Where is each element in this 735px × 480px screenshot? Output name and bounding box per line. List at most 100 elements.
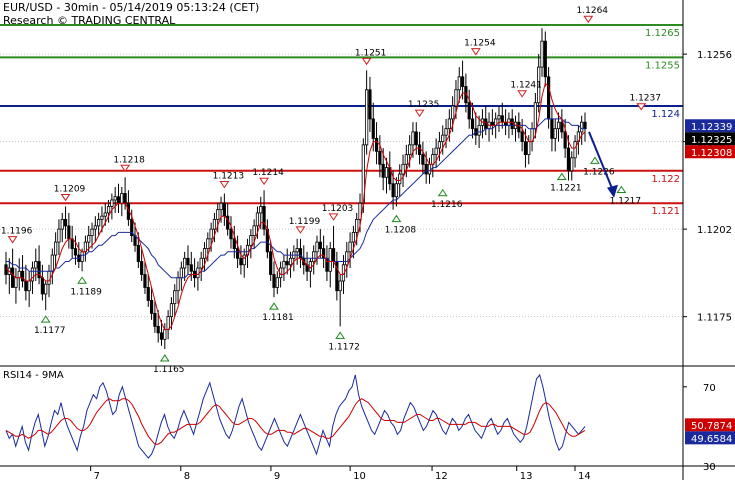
- candle-body: [272, 274, 276, 288]
- swing-low-label: 1.1189: [70, 287, 102, 297]
- candle-body: [40, 277, 44, 295]
- swing-markers: 1.11961.12091.12181.1213 1.12141.11991.12…: [1, 6, 661, 375]
- candle-body: [173, 290, 177, 305]
- candle-body: [315, 241, 319, 253]
- candle-body: [566, 147, 571, 172]
- candle-body: [424, 163, 428, 175]
- swing-high-label: 1.1264: [577, 6, 609, 16]
- candle-body: [113, 196, 117, 201]
- candle-body: [421, 154, 425, 165]
- swing-low-label: 1.1165: [153, 365, 185, 375]
- candle-body: [451, 105, 455, 120]
- swing-low-marker: [269, 302, 279, 310]
- candle-body: [427, 163, 432, 175]
- candle-body: [345, 251, 349, 266]
- candle-body: [20, 270, 25, 282]
- candle-body: [209, 228, 213, 240]
- candle-body: [417, 144, 422, 155]
- swing-low-label: 1.1208: [385, 226, 417, 236]
- swing-low-marker: [556, 172, 567, 181]
- candle-body: [497, 115, 501, 120]
- candle-body: [411, 131, 415, 146]
- candle-body: [11, 267, 15, 288]
- candle-body: [318, 241, 322, 249]
- candle-body: [583, 121, 587, 130]
- candle-body: [116, 196, 121, 204]
- price-tick-label: 1.1175: [697, 313, 732, 324]
- candle-body: [338, 280, 342, 292]
- swing-high-marker: [517, 90, 528, 98]
- candle-body: [47, 270, 51, 285]
- candle-body: [378, 150, 382, 165]
- candle-body: [414, 131, 418, 146]
- candle-body: [34, 261, 38, 269]
- time-tick-label: 14: [578, 471, 591, 480]
- candle-body: [73, 248, 78, 256]
- candle-body: [371, 118, 375, 139]
- candle-body: [216, 209, 220, 220]
- candle-body: [229, 228, 233, 240]
- candle-body: [580, 121, 584, 133]
- candle-body: [288, 257, 293, 266]
- rsi-tick-label: 70: [703, 383, 716, 394]
- candle-body: [355, 219, 359, 233]
- candle-body: [103, 212, 107, 217]
- level-label-resistance: 1.1255: [645, 60, 680, 71]
- candle-body: [110, 199, 114, 207]
- level-label-support: 1.122: [651, 174, 680, 185]
- candle-body: [365, 89, 369, 146]
- candle-body: [44, 283, 48, 295]
- candle-body: [573, 141, 577, 159]
- candle-body: [328, 248, 332, 272]
- candle-body: [467, 102, 471, 120]
- time-tick-label: 9: [274, 471, 280, 480]
- candle-body: [166, 316, 170, 330]
- candle-body: [97, 219, 101, 227]
- candle-body: [351, 231, 356, 243]
- candle-body: [556, 121, 561, 130]
- candle-body: [374, 137, 379, 152]
- swing-low-marker: [159, 354, 170, 362]
- swing-high-label: 1.1251: [355, 48, 387, 58]
- swing-high-label: 1.1196: [1, 227, 33, 237]
- swing-high-label: 1.1209: [54, 184, 86, 194]
- swing-high-label: 1.1214: [252, 168, 284, 178]
- candle-body: [93, 225, 97, 230]
- price-tick-label: 1.1256: [697, 50, 732, 61]
- candle-body: [14, 277, 18, 288]
- candle-body: [186, 257, 190, 266]
- candle-body: [441, 134, 445, 143]
- swing-high-label: 1.1241: [510, 81, 542, 91]
- candle-body: [239, 257, 243, 266]
- candle-body: [368, 89, 372, 120]
- candle-body: [275, 277, 279, 288]
- candle-body: [159, 332, 164, 340]
- candle-body: [212, 219, 217, 230]
- candle-body: [312, 251, 316, 262]
- swing-low-label: 1.1172: [328, 342, 360, 352]
- candle-body: [50, 254, 54, 272]
- candle-body: [295, 248, 299, 253]
- swing-low-label: 1.1177: [34, 326, 66, 336]
- rsi-panel: RSI14 - 9MA 70 30 50.7874 49.6584: [3, 370, 735, 473]
- level-label-resistance: 1.1265: [645, 28, 680, 39]
- candle-body: [54, 241, 58, 256]
- candle-body: [4, 264, 8, 275]
- price-tick-label: 1.1202: [697, 225, 732, 236]
- candle-body: [259, 206, 263, 214]
- candle-body: [391, 183, 395, 198]
- candle-body: [140, 261, 144, 275]
- candle-body: [269, 251, 273, 275]
- swing-low-marker: [77, 276, 88, 284]
- candle-body: [570, 157, 574, 172]
- candle-body: [80, 251, 84, 262]
- level-label-pivot: 1.124: [651, 109, 680, 120]
- candle-body: [348, 241, 352, 253]
- candle-body: [540, 40, 544, 68]
- candle-body: [394, 183, 399, 198]
- candle-body: [60, 219, 64, 230]
- candle-body: [90, 228, 94, 237]
- candle-body: [63, 219, 68, 227]
- ma-slow-line: [6, 118, 585, 279]
- candle-body: [563, 131, 567, 149]
